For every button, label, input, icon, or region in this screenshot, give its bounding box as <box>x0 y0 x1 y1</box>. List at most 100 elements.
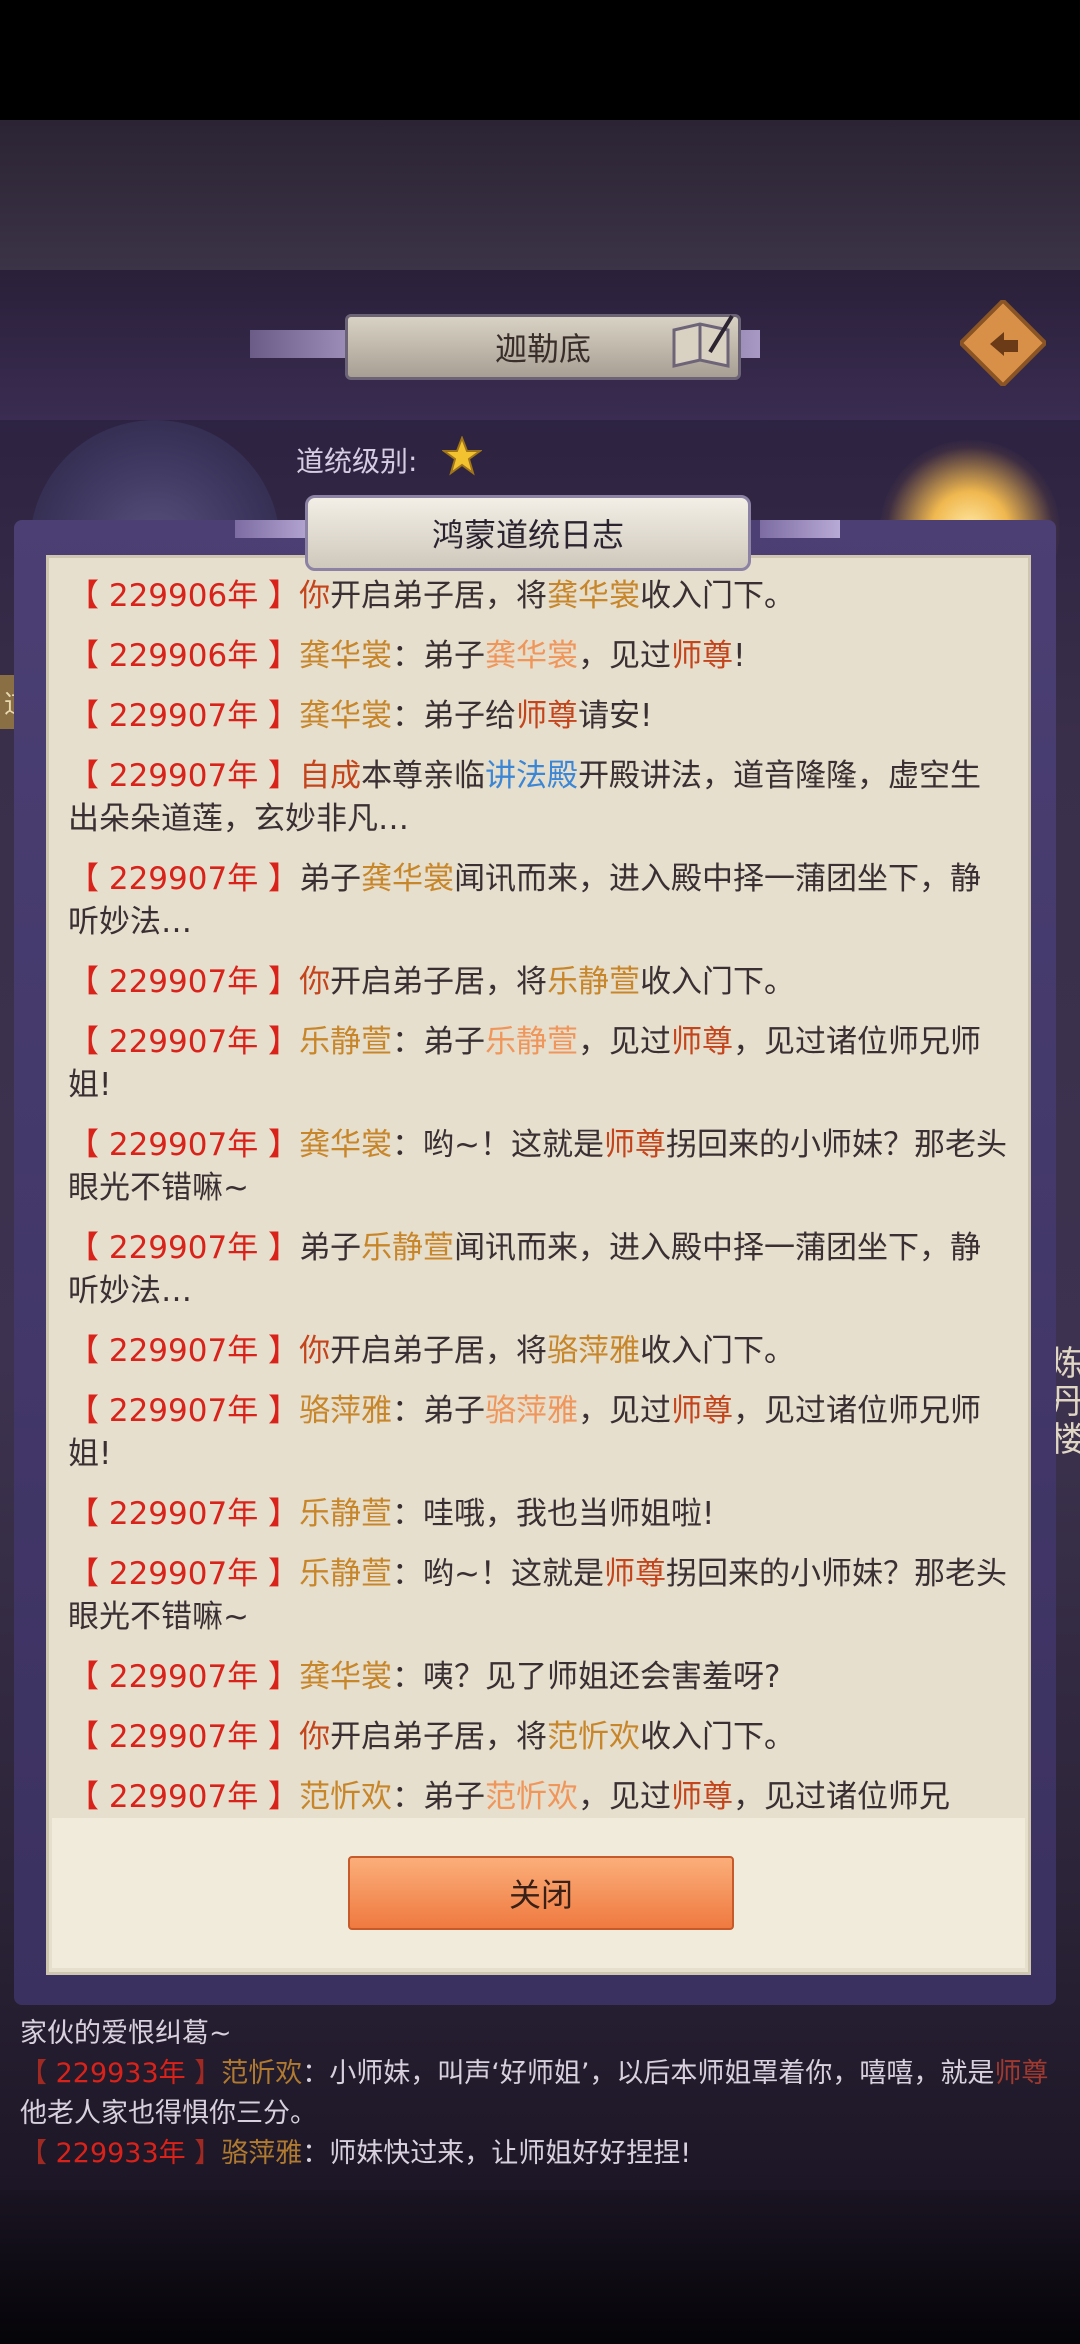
status-bar-area <box>0 0 1080 120</box>
log-year: 229907年 <box>108 861 259 897</box>
log-text: ：弟子 <box>392 1779 486 1815</box>
highlighted-text: 师尊 <box>671 1024 734 1060</box>
bracket: 【 <box>20 2138 56 2169</box>
bracket: 【 <box>68 1127 109 1163</box>
highlighted-text: 骆萍雅 <box>221 2138 303 2169</box>
bracket: 【 <box>20 2058 56 2089</box>
back-icon[interactable] <box>960 300 1046 386</box>
bracket: 【 <box>68 698 109 734</box>
highlighted-text: 龚华裳 <box>361 861 455 897</box>
log-year: 229907年 <box>108 698 259 734</box>
bracket: 】 <box>185 2058 222 2089</box>
log-year: 229906年 <box>108 638 259 674</box>
bracket: 【 <box>68 578 109 614</box>
log-year: 229907年 <box>108 1127 259 1163</box>
log-text: 本尊亲临 <box>361 758 486 794</box>
bracket: 】 <box>258 638 300 674</box>
background-chat: 家伙的爱恨纠葛~ 【 229933年 】范忻欢：小师妹，叫声‘好师姐’，以后本师姐… <box>20 2014 1060 2174</box>
highlighted-text: 师尊 <box>604 1556 667 1592</box>
log-entry: 【 229907年 】你开启弟子居，将范忻欢收入门下。 <box>68 1716 1008 1759</box>
log-entry: 【 229907年 】范忻欢：弟子范忻欢，见过师尊，见过诸位师兄 <box>68 1776 1008 1815</box>
log-entry: 【 229907年 】弟子龚华裳闻讯而来，进入殿中择一蒲团坐下，静听妙法… <box>68 858 1008 944</box>
log-entry: 【 229907年 】乐静萱：哟~！这就是师尊拐回来的小师妹？那老头眼光不错嘛~ <box>68 1553 1008 1639</box>
log-year: 229907年 <box>108 1230 259 1266</box>
highlighted-text: 范忻欢 <box>547 1719 641 1755</box>
log-year: 229933年 <box>55 2138 186 2169</box>
bracket: 】 <box>258 1496 300 1532</box>
highlighted-text: 乐静萱 <box>299 1496 393 1532</box>
highlighted-text: 师尊 <box>516 698 579 734</box>
highlighted-text: 龚华裳 <box>299 1127 393 1163</box>
log-entry: 【 229907年 】乐静萱：哇哦，我也当师姐啦! <box>68 1493 1008 1536</box>
highlighted-text: 乐静萱 <box>361 1230 455 1266</box>
log-text: 收入门下。 <box>640 1719 796 1755</box>
highlighted-text: 范忻欢 <box>485 1779 579 1815</box>
bracket: 【 <box>68 1393 109 1429</box>
highlighted-text: 师尊 <box>671 638 734 674</box>
log-text: ! <box>733 638 746 674</box>
star-icon <box>442 436 482 476</box>
bracket: 】 <box>258 1333 300 1369</box>
close-button[interactable]: 关闭 <box>348 1856 734 1930</box>
log-text: 开启弟子居，将 <box>330 1719 548 1755</box>
log-text: ，见过 <box>578 1024 672 1060</box>
log-text: 弟子 <box>299 861 362 897</box>
bracket: 【 <box>68 1496 109 1532</box>
highlighted-text: 骆萍雅 <box>547 1333 641 1369</box>
log-text: 他老人家也得惧你三分。 <box>20 2098 317 2129</box>
log-year: 229907年 <box>108 1719 259 1755</box>
log-entry: 【 229933年 】范忻欢：小师妹，叫声‘好师姐’，以后本师姐罩着你，嘻嘻，就… <box>20 2054 1060 2134</box>
book-quill-icon[interactable] <box>670 312 734 374</box>
highlighted-text: 龚华裳 <box>299 698 393 734</box>
log-text: ：弟子 <box>392 1393 486 1429</box>
log-text: 家伙的爱恨纠葛~ <box>20 2018 232 2049</box>
bracket: 】 <box>258 861 300 897</box>
bracket: 】 <box>258 1556 300 1592</box>
bottom-area <box>0 2190 1080 2344</box>
log-text: 收入门下。 <box>640 578 796 614</box>
bracket: 】 <box>258 1393 300 1429</box>
bracket: 【 <box>68 964 109 1000</box>
log-entry: 【 229907年 】自成本尊亲临讲法殿开殿讲法，道音隆隆，虚空生出朵朵道莲，玄… <box>68 755 1008 841</box>
bracket: 【 <box>68 638 109 674</box>
highlighted-text: 师尊 <box>604 1127 667 1163</box>
bracket: 】 <box>258 1779 300 1815</box>
top-decoration <box>0 120 1080 270</box>
highlighted-text: 你 <box>299 1333 331 1369</box>
log-text: ：弟子 <box>392 638 486 674</box>
highlighted-text: 龚华裳 <box>485 638 579 674</box>
log-text: ：弟子 <box>392 1024 486 1060</box>
bracket: 】 <box>258 1024 300 1060</box>
log-year: 229907年 <box>108 964 259 1000</box>
log-text: 开启弟子居，将 <box>330 964 548 1000</box>
log-list[interactable]: 【 229906年 】你开启弟子居，将龚华裳收入门下。【 229906年 】龚华… <box>68 575 1008 1815</box>
highlighted-text: 师尊 <box>994 2058 1049 2089</box>
log-year: 229907年 <box>108 1333 259 1369</box>
bracket: 】 <box>258 1230 300 1266</box>
log-text: 请安! <box>578 698 653 734</box>
log-entry: 家伙的爱恨纠葛~ <box>20 2014 1060 2054</box>
bracket: 】 <box>258 1659 300 1695</box>
bracket: 【 <box>68 861 109 897</box>
highlighted-text: 乐静萱 <box>547 964 641 1000</box>
log-entry: 【 229907年 】龚华裳：哟~！这就是师尊拐回来的小师妹？那老头眼光不错嘛~ <box>68 1124 1008 1210</box>
bracket: 】 <box>258 1127 300 1163</box>
log-entry: 【 229907年 】你开启弟子居，将骆萍雅收入门下。 <box>68 1330 1008 1373</box>
log-text: ：师妹快过来，让师姐好好捏捏! <box>302 2138 692 2169</box>
bracket: 】 <box>258 964 300 1000</box>
log-text: ，见过 <box>578 638 672 674</box>
bracket: 【 <box>68 1779 109 1815</box>
log-year: 229906年 <box>108 578 259 614</box>
bracket: 【 <box>68 1719 109 1755</box>
log-text: ：小师妹，叫声‘好师姐’，以后本师姐罩着你，嘻嘻，就是 <box>302 2058 995 2089</box>
log-entry: 【 229907年 】龚华裳：咦？见了师姐还会害羞呀? <box>68 1656 1008 1699</box>
highlighted-text: 你 <box>299 1719 331 1755</box>
log-entry: 【 229907年 】龚华裳：弟子给师尊请安! <box>68 695 1008 738</box>
highlighted-text: 骆萍雅 <box>299 1393 393 1429</box>
log-entry: 【 229906年 】你开启弟子居，将龚华裳收入门下。 <box>68 575 1008 618</box>
log-entry: 【 229907年 】乐静萱：弟子乐静萱，见过师尊，见过诸位师兄师姐! <box>68 1021 1008 1107</box>
log-text: ：咦？见了师姐还会害羞呀? <box>392 1659 781 1695</box>
highlighted-text: 乐静萱 <box>485 1024 579 1060</box>
log-text: ，见过诸位师兄 <box>733 1779 951 1815</box>
bracket: 【 <box>68 1333 109 1369</box>
